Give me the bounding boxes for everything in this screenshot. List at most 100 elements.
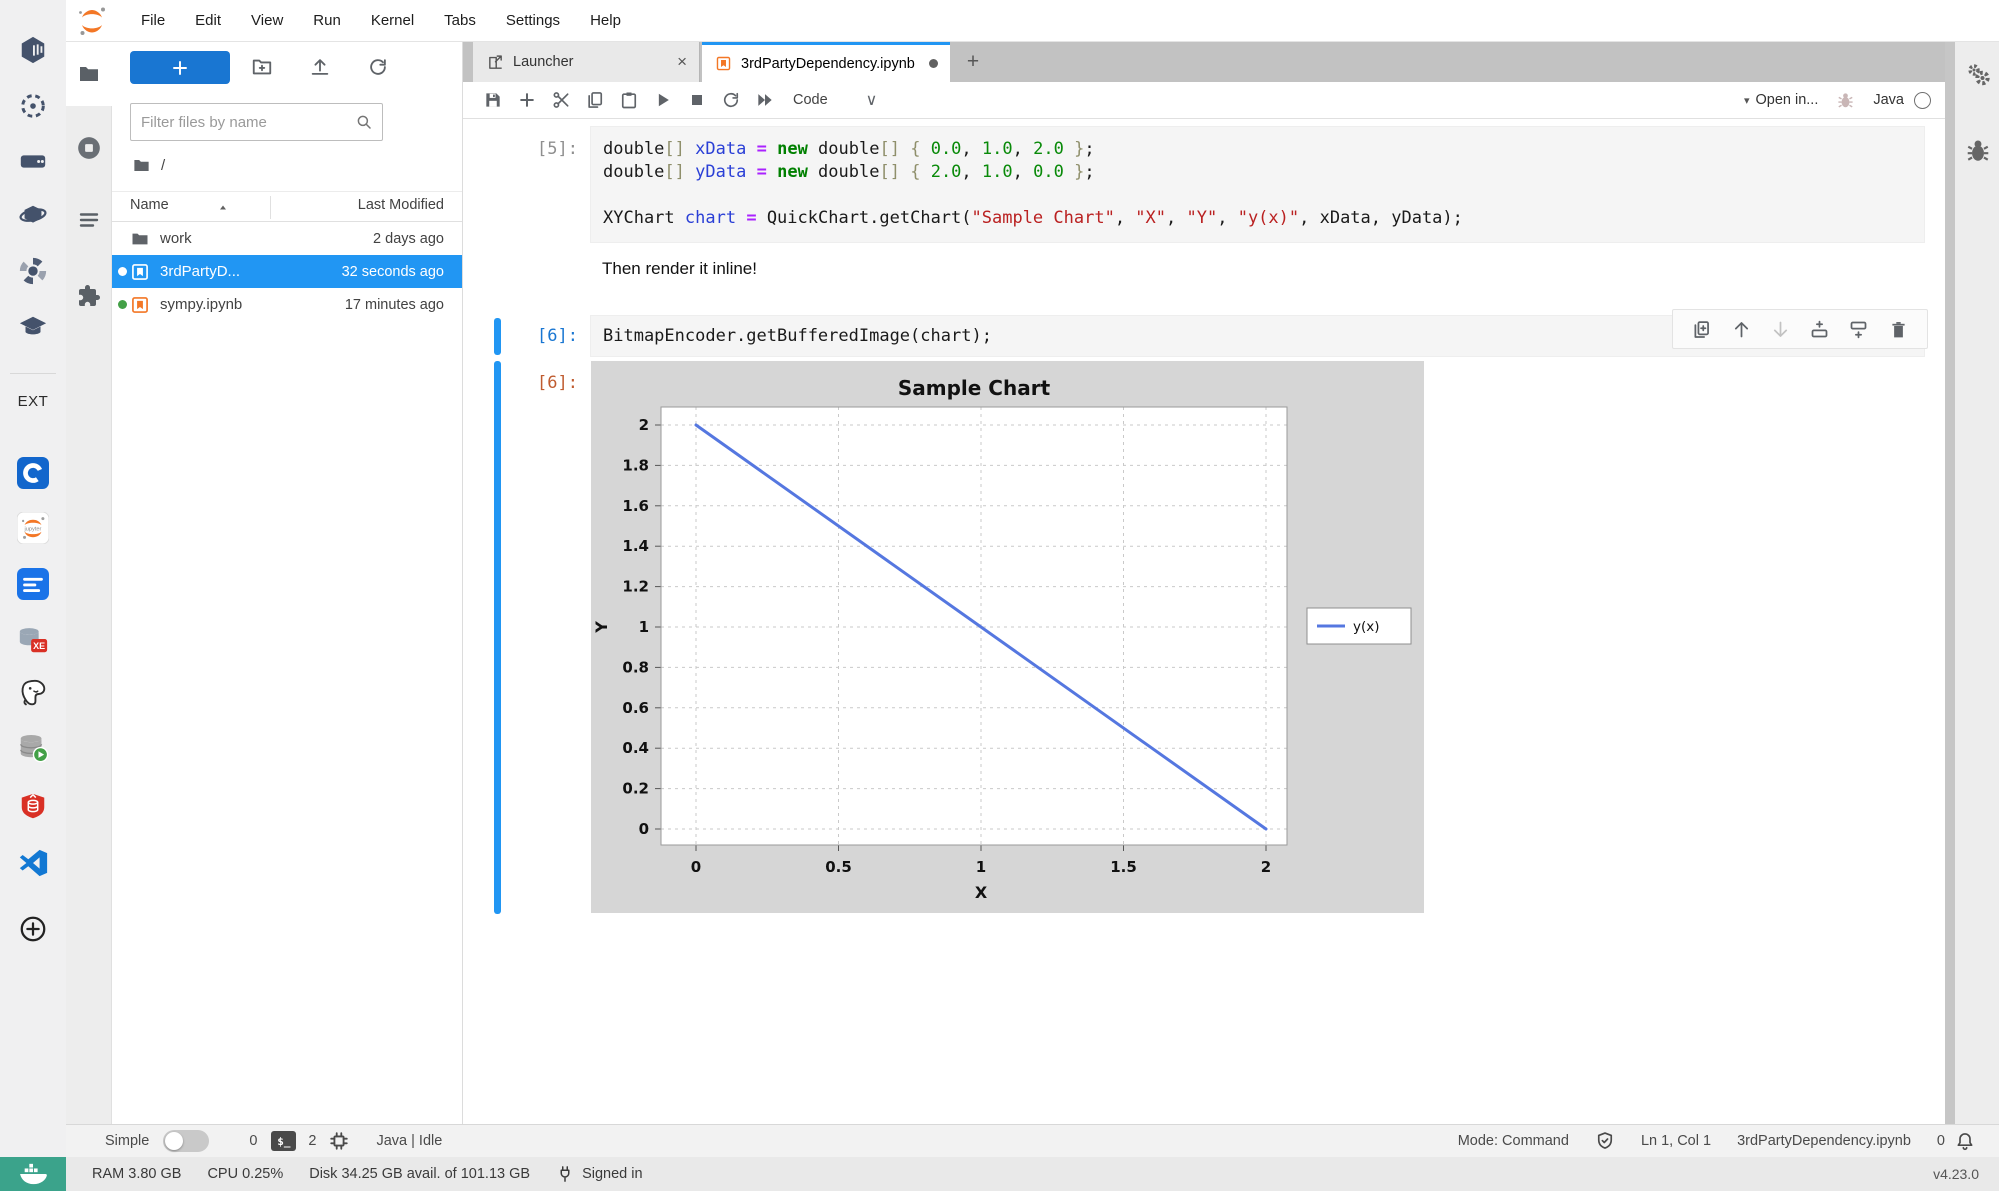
column-last-modified[interactable]: Last Modified bbox=[358, 197, 444, 213]
active-file-name[interactable]: 3rdPartyDependency.ipynb bbox=[1737, 1133, 1911, 1149]
terminals-count[interactable]: 0 bbox=[249, 1133, 257, 1149]
learning-center-icon[interactable] bbox=[16, 310, 50, 344]
delete-cell-button[interactable] bbox=[1888, 319, 1909, 340]
tab-notebook[interactable]: 3rdPartyDependency.ipynb bbox=[702, 42, 950, 82]
kubernetes-icon[interactable] bbox=[16, 254, 50, 288]
unsaved-changes-dot[interactable] bbox=[929, 59, 938, 68]
cursor-position[interactable]: Ln 1, Col 1 bbox=[1641, 1133, 1711, 1149]
open-in-button[interactable]: Open in... bbox=[1755, 92, 1818, 108]
cpu-usage[interactable]: CPU 0.25% bbox=[207, 1166, 283, 1182]
file-row-work[interactable]: work 2 days ago bbox=[112, 222, 462, 255]
jupyter-status-bar: Simple 0 $_ 2 Java | Idle Mode: Command … bbox=[66, 1124, 1999, 1157]
output-collapser[interactable] bbox=[494, 361, 501, 914]
duplicate-cell-button[interactable] bbox=[1691, 319, 1712, 340]
console-extension-icon[interactable] bbox=[16, 456, 50, 490]
menu-edit[interactable]: Edit bbox=[180, 0, 236, 42]
paste-cells-button[interactable] bbox=[619, 90, 639, 110]
restart-kernel-button[interactable] bbox=[721, 90, 741, 110]
move-cell-up-button[interactable] bbox=[1731, 319, 1752, 340]
compose-extension-icon[interactable] bbox=[16, 567, 50, 601]
input-prompt-6: [6]: bbox=[463, 325, 578, 348]
menu-file[interactable]: File bbox=[126, 0, 180, 42]
status-dot bbox=[118, 234, 127, 243]
new-folder-button[interactable] bbox=[251, 56, 273, 78]
code-line: double[] yData = new double[] { 2.0, 1.0… bbox=[603, 161, 1912, 184]
notebook-content: [5]: double[] xData = new double[] { 0.0… bbox=[463, 119, 1945, 1124]
launcher-icon bbox=[487, 54, 504, 71]
debugger-panel-bug-icon[interactable] bbox=[1965, 138, 1991, 164]
restart-run-all-button[interactable] bbox=[755, 90, 775, 110]
upload-button[interactable] bbox=[309, 56, 331, 78]
code-cell-5-editor[interactable]: double[] xData = new double[] { 0.0, 1.0… bbox=[590, 126, 1925, 243]
sidebar-tab-table-of-contents[interactable] bbox=[66, 188, 112, 252]
close-icon[interactable]: × bbox=[677, 52, 687, 72]
kernel-chip-icon[interactable] bbox=[328, 1130, 350, 1152]
chevron-down-icon[interactable]: ∨ bbox=[866, 90, 878, 110]
tab-launcher[interactable]: Launcher × bbox=[473, 42, 700, 82]
new-tab-button[interactable]: + bbox=[960, 49, 986, 75]
images-icon[interactable] bbox=[16, 144, 50, 178]
menu-settings[interactable]: Settings bbox=[491, 0, 575, 42]
column-name[interactable]: Name bbox=[130, 197, 169, 213]
cut-cells-button[interactable] bbox=[551, 90, 571, 110]
sidebar-tab-running-sessions[interactable] bbox=[66, 116, 112, 180]
postgresql-extension-icon[interactable] bbox=[16, 677, 50, 711]
kernel-status-idle-icon[interactable] bbox=[1914, 92, 1931, 109]
menu-kernel[interactable]: Kernel bbox=[356, 0, 429, 42]
file-modified: 32 seconds ago bbox=[342, 264, 444, 280]
insert-cell-below-button[interactable] bbox=[1848, 319, 1869, 340]
kernel-name-button[interactable]: Java bbox=[1873, 92, 1904, 108]
jupyter-extension-icon[interactable]: jupyter bbox=[16, 511, 50, 545]
file-row-sympy[interactable]: sympy.ipynb 17 minutes ago bbox=[112, 288, 462, 321]
disk-usage[interactable]: Disk 34.25 GB avail. of 101.13 GB bbox=[309, 1166, 530, 1182]
menu-tabs[interactable]: Tabs bbox=[429, 0, 491, 42]
run-cell-button[interactable] bbox=[653, 90, 673, 110]
visual-studio-extension-icon[interactable] bbox=[16, 846, 50, 880]
insert-cell-button[interactable] bbox=[517, 90, 537, 110]
sidebar-tab-file-browser[interactable] bbox=[66, 42, 112, 106]
search-icon bbox=[355, 113, 373, 131]
move-cell-down-button[interactable] bbox=[1770, 319, 1791, 340]
menu-run[interactable]: Run bbox=[298, 0, 356, 42]
sql-server-extension-icon[interactable] bbox=[16, 731, 50, 765]
open-in-caret-icon[interactable]: ▾ bbox=[1744, 94, 1750, 107]
notebook-mode[interactable]: Mode: Command bbox=[1458, 1133, 1569, 1149]
pods-icon[interactable] bbox=[16, 89, 50, 123]
oracle-xe-extension-icon[interactable]: XE bbox=[16, 623, 50, 657]
insert-cell-above-button[interactable] bbox=[1809, 319, 1830, 340]
menu-help[interactable]: Help bbox=[575, 0, 636, 42]
debugger-bug-icon[interactable] bbox=[1836, 91, 1855, 110]
signed-in-status[interactable]: Signed in bbox=[582, 1166, 642, 1182]
breadcrumb: / bbox=[132, 156, 165, 175]
new-launcher-button[interactable] bbox=[130, 51, 230, 84]
menu-view[interactable]: View bbox=[236, 0, 298, 42]
save-button[interactable] bbox=[483, 90, 503, 110]
containers-icon[interactable] bbox=[16, 33, 50, 67]
red-database-extension-icon[interactable] bbox=[16, 789, 50, 823]
file-row-3rdpartydependency[interactable]: 3rdPartyD... 32 seconds ago bbox=[112, 255, 462, 288]
sidebar-tab-extensions[interactable] bbox=[66, 264, 112, 328]
notebook-scrollbar[interactable] bbox=[1945, 42, 1955, 1124]
home-folder-icon[interactable] bbox=[132, 156, 151, 175]
copy-cells-button[interactable] bbox=[585, 90, 605, 110]
docker-whale-icon[interactable] bbox=[0, 1157, 66, 1191]
markdown-cell[interactable]: Then render it inline! bbox=[602, 259, 757, 279]
ram-usage[interactable]: RAM 3.80 GB bbox=[92, 1166, 181, 1182]
kernels-count[interactable]: 2 bbox=[308, 1133, 316, 1149]
terminal-icon[interactable]: $_ bbox=[271, 1131, 296, 1151]
refresh-button[interactable] bbox=[367, 56, 389, 78]
property-inspector-gears-icon[interactable] bbox=[1965, 62, 1991, 88]
volumes-icon[interactable] bbox=[16, 199, 50, 233]
filter-files-input[interactable] bbox=[131, 114, 355, 131]
bell-icon[interactable] bbox=[1955, 1131, 1975, 1151]
simple-mode-toggle[interactable] bbox=[163, 1130, 209, 1152]
sidebar-tab-strip bbox=[66, 42, 112, 1124]
cell-type-dropdown[interactable]: Code bbox=[793, 92, 828, 108]
notifications-count[interactable]: 0 bbox=[1937, 1133, 1945, 1149]
svg-text:Y: Y bbox=[592, 621, 611, 634]
kernel-status-text[interactable]: Java | Idle bbox=[376, 1133, 442, 1149]
interrupt-kernel-button[interactable] bbox=[687, 90, 707, 110]
breadcrumb-root[interactable]: / bbox=[161, 157, 165, 174]
trusted-shield-icon[interactable] bbox=[1595, 1131, 1615, 1151]
add-extension-icon[interactable] bbox=[16, 912, 50, 946]
